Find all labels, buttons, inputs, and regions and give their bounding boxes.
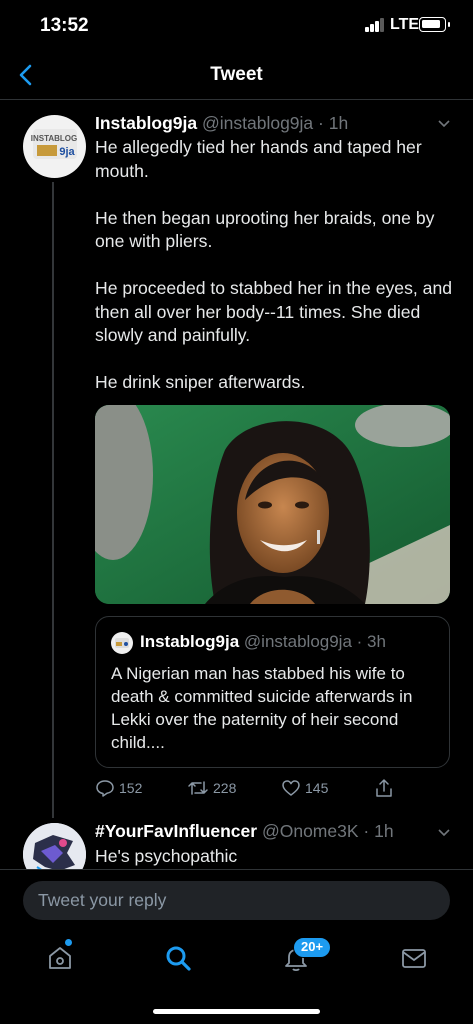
quoted-author-name: Instablog9ja: [140, 632, 240, 651]
tweet-header: Instablog9ja @instablog9ja · 1h: [95, 113, 348, 134]
tweet-photo[interactable]: [95, 405, 450, 604]
reply-header: #YourFavInfluencer @Onome3K · 1h: [95, 821, 394, 842]
reply-input[interactable]: [23, 881, 450, 920]
quoted-text: A Nigerian man has stabbed his wife to d…: [111, 664, 413, 752]
nav-bar: Tweet: [0, 52, 473, 100]
reply-text: He's psychopathic: [95, 846, 238, 866]
reply-author-handle[interactable]: @Onome3K: [262, 821, 359, 841]
tweet-paragraph: He then began uprooting her braids, one …: [95, 207, 435, 252]
tab-search[interactable]: [163, 943, 193, 973]
page-title: Tweet: [210, 64, 263, 85]
reply-count: 152: [119, 780, 143, 796]
home-unread-dot: [65, 939, 72, 946]
quoted-header: Instablog9ja @instablog9ja · 3h: [140, 632, 386, 652]
notifications-badge: 20+: [293, 937, 332, 958]
search-icon: [166, 946, 191, 971]
quoted-tweet[interactable]: Instablog9ja @instablog9ja · 3h A Nigeri…: [95, 616, 450, 768]
svg-text:9ja: 9ja: [59, 146, 75, 158]
tab-messages[interactable]: [399, 943, 429, 973]
like-button[interactable]: 145: [281, 778, 328, 798]
share-button[interactable]: [374, 778, 394, 798]
quoted-author-handle: @instablog9ja: [243, 632, 352, 651]
tweet-paragraph: He allegedly tied her hands and taped he…: [95, 137, 422, 181]
tweet-actions: 152 228 145: [95, 778, 450, 800]
reply-menu-button[interactable]: [437, 826, 451, 838]
separator: ·: [358, 821, 375, 841]
tweet-text: He allegedly tied her hands and taped he…: [95, 136, 455, 418]
reply-time: 1h: [374, 821, 394, 841]
separator: ·: [313, 113, 329, 133]
retweet-icon: [188, 781, 208, 795]
author-handle[interactable]: @instablog9ja: [202, 113, 313, 133]
network-label: LTE: [390, 16, 420, 33]
author-name[interactable]: Instablog9ja: [95, 113, 197, 133]
retweet-count: 228: [213, 780, 237, 796]
home-indicator[interactable]: [153, 1009, 320, 1014]
battery-icon: [419, 17, 450, 32]
chevron-down-icon: [438, 829, 450, 837]
chevron-down-icon: [438, 120, 450, 128]
home-icon: [49, 947, 71, 969]
tweet-menu-button[interactable]: [437, 117, 451, 129]
reply-button[interactable]: 152: [95, 778, 142, 798]
share-icon: [376, 779, 392, 797]
like-count: 145: [305, 780, 329, 796]
clock: 13:52: [40, 15, 89, 36]
thread-line: [52, 182, 54, 818]
svg-text:INSTABLOG: INSTABLOG: [31, 134, 78, 143]
signal-icon: [365, 18, 385, 32]
quoted-time: 3h: [367, 632, 386, 651]
separator: ·: [351, 632, 368, 651]
mail-icon: [402, 949, 426, 968]
tweet-paragraph: He proceeded to stabbed her in the eyes,…: [95, 278, 453, 345]
status-bar: 13:52 LTE: [0, 0, 473, 50]
quoted-avatar: [111, 632, 133, 654]
tweet-paragraph: He drink sniper afterwards.: [95, 372, 306, 392]
reply-author-name[interactable]: #YourFavInfluencer: [95, 821, 257, 841]
tab-home[interactable]: [45, 943, 75, 973]
retweet-button[interactable]: 228: [187, 778, 236, 798]
reply-icon: [96, 780, 114, 797]
tweet-time: 1h: [328, 113, 349, 133]
reply-bar: [0, 869, 473, 931]
heart-icon: [282, 780, 300, 796]
avatar[interactable]: INSTABLOG 9ja: [23, 115, 86, 178]
